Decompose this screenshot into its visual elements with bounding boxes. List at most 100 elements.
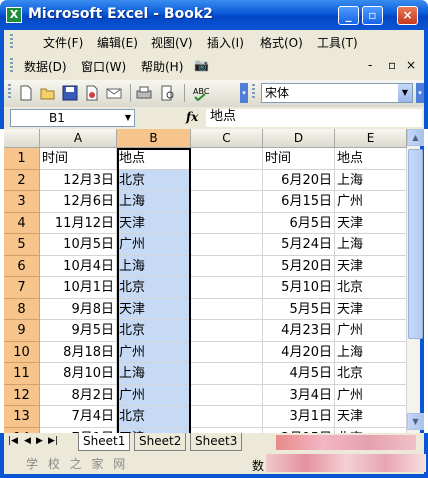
cell-b8[interactable]: 天津 <box>117 298 191 320</box>
chevron-down-icon[interactable]: ▼ <box>122 110 134 126</box>
name-box[interactable]: B1 <box>10 109 135 127</box>
spelling-icon[interactable]: ABC <box>192 85 210 102</box>
cell-e8[interactable]: 天津 <box>335 298 407 320</box>
cell-a12[interactable]: 8月2日 <box>40 384 117 406</box>
formatting-options-chevron[interactable]: ▾ <box>416 83 424 103</box>
scroll-up-button[interactable]: ▲ <box>407 129 424 146</box>
cell-c12[interactable] <box>191 384 263 406</box>
cell-a2[interactable]: 12月3日 <box>40 169 117 191</box>
cell-a13[interactable]: 7月4日 <box>40 406 117 428</box>
print-preview-icon[interactable] <box>160 85 176 101</box>
doc-close-button[interactable]: × <box>406 58 416 72</box>
column-header-c[interactable]: C <box>191 129 263 148</box>
cell-c11[interactable] <box>191 363 263 385</box>
tab-sheet3[interactable]: Sheet3 <box>190 433 243 451</box>
cell-b2[interactable]: 北京 <box>117 169 191 191</box>
cell-a9[interactable]: 9月5日 <box>40 320 117 342</box>
cell-d5[interactable]: 5月24日 <box>263 234 335 256</box>
horizontal-scrollbar[interactable] <box>276 435 416 450</box>
close-button[interactable]: × <box>397 6 418 25</box>
menu-edit[interactable]: 编辑(E) <box>97 34 138 51</box>
row-header[interactable]: 4 <box>4 212 40 234</box>
menu-tools[interactable]: 工具(T) <box>317 34 358 51</box>
row-header[interactable]: 7 <box>4 277 40 299</box>
row-header[interactable]: 8 <box>4 298 40 320</box>
cell-c7[interactable] <box>191 277 263 299</box>
cell-d6[interactable]: 5月20日 <box>263 255 335 277</box>
cell-e7[interactable]: 北京 <box>335 277 407 299</box>
cell-c1[interactable] <box>191 148 263 170</box>
tab-sheet2[interactable]: Sheet2 <box>134 433 187 451</box>
cell-e9[interactable]: 广州 <box>335 320 407 342</box>
cell-c10[interactable] <box>191 341 263 363</box>
select-all-corner[interactable] <box>4 129 40 148</box>
cell-c6[interactable] <box>191 255 263 277</box>
row-header[interactable]: 10 <box>4 341 40 363</box>
cell-c13[interactable] <box>191 406 263 428</box>
menu-data[interactable]: 数据(D) <box>24 58 67 75</box>
row-header[interactable]: 1 <box>4 148 40 170</box>
save-icon[interactable] <box>62 85 78 101</box>
cell-b11[interactable]: 上海 <box>117 363 191 385</box>
insert-function-icon[interactable]: fx <box>186 110 198 124</box>
cell-e6[interactable]: 天津 <box>335 255 407 277</box>
cell-b10[interactable]: 广州 <box>117 341 191 363</box>
cell-a4[interactable]: 11月12日 <box>40 212 117 234</box>
cell-b5[interactable]: 广州 <box>117 234 191 256</box>
toolbar-grip[interactable] <box>10 58 13 74</box>
cell-d12[interactable]: 3月4日 <box>263 384 335 406</box>
scroll-thumb[interactable] <box>408 149 423 339</box>
cell-e1[interactable]: 地点 <box>335 148 407 170</box>
cell-a10[interactable]: 8月18日 <box>40 341 117 363</box>
cell-c3[interactable] <box>191 191 263 213</box>
cell-e2[interactable]: 上海 <box>335 169 407 191</box>
cell-d3[interactable]: 6月15日 <box>263 191 335 213</box>
cell-a6[interactable]: 10月4日 <box>40 255 117 277</box>
last-sheet-button[interactable]: ▶| <box>48 436 58 446</box>
cell-d4[interactable]: 6月5日 <box>263 212 335 234</box>
cell-b6[interactable]: 上海 <box>117 255 191 277</box>
restore-button[interactable]: ▫ <box>362 6 383 25</box>
cell-c8[interactable] <box>191 298 263 320</box>
doc-minimize-button[interactable]: - <box>368 58 372 72</box>
cell-e10[interactable]: 上海 <box>335 341 407 363</box>
open-icon[interactable] <box>40 85 56 101</box>
spreadsheet-grid[interactable]: A B C D E 1 时间 地点 时间 地点 2 12月3日 北京 6月20日 上海 3 12月6日 上海 6月1… <box>4 129 407 433</box>
cell-a8[interactable]: 9月8日 <box>40 298 117 320</box>
cell-e4[interactable]: 天津 <box>335 212 407 234</box>
research-icon[interactable]: 📷 <box>194 58 209 72</box>
cell-a7[interactable]: 10月1日 <box>40 277 117 299</box>
chevron-down-icon[interactable]: ▼ <box>398 84 412 102</box>
row-header[interactable]: 9 <box>4 320 40 342</box>
row-header[interactable]: 6 <box>4 255 40 277</box>
row-header[interactable]: 3 <box>4 191 40 213</box>
column-header-e[interactable]: E <box>335 129 407 148</box>
row-header[interactable]: 12 <box>4 384 40 406</box>
row-header[interactable]: 5 <box>4 234 40 256</box>
column-header-b[interactable]: B <box>117 129 191 148</box>
toolbar-grip[interactable] <box>252 84 255 100</box>
menu-format[interactable]: 格式(O) <box>260 34 303 51</box>
cell-e13[interactable]: 天津 <box>335 406 407 428</box>
permission-icon[interactable] <box>84 85 100 101</box>
new-icon[interactable] <box>18 85 34 101</box>
cell-b9[interactable]: 北京 <box>117 320 191 342</box>
row-header[interactable]: 13 <box>4 406 40 428</box>
menu-file[interactable]: 文件(F) <box>43 34 83 51</box>
column-header-a[interactable]: A <box>40 129 117 148</box>
cell-a11[interactable]: 8月10日 <box>40 363 117 385</box>
cell-d13[interactable]: 3月1日 <box>263 406 335 428</box>
cell-b13[interactable]: 北京 <box>117 406 191 428</box>
menu-window[interactable]: 窗口(W) <box>81 58 126 75</box>
minimize-button[interactable]: _ <box>338 6 359 25</box>
tab-sheet1[interactable]: Sheet1 <box>78 433 131 451</box>
cell-c4[interactable] <box>191 212 263 234</box>
cell-e3[interactable]: 广州 <box>335 191 407 213</box>
email-icon[interactable] <box>106 85 122 101</box>
doc-restore-button[interactable]: ▫ <box>388 58 396 72</box>
cell-d1[interactable]: 时间 <box>263 148 335 170</box>
cell-e5[interactable]: 上海 <box>335 234 407 256</box>
cell-b3[interactable]: 上海 <box>117 191 191 213</box>
first-sheet-button[interactable]: |◀ <box>8 436 18 446</box>
vertical-scrollbar[interactable]: ▲ ▼ <box>407 129 424 433</box>
